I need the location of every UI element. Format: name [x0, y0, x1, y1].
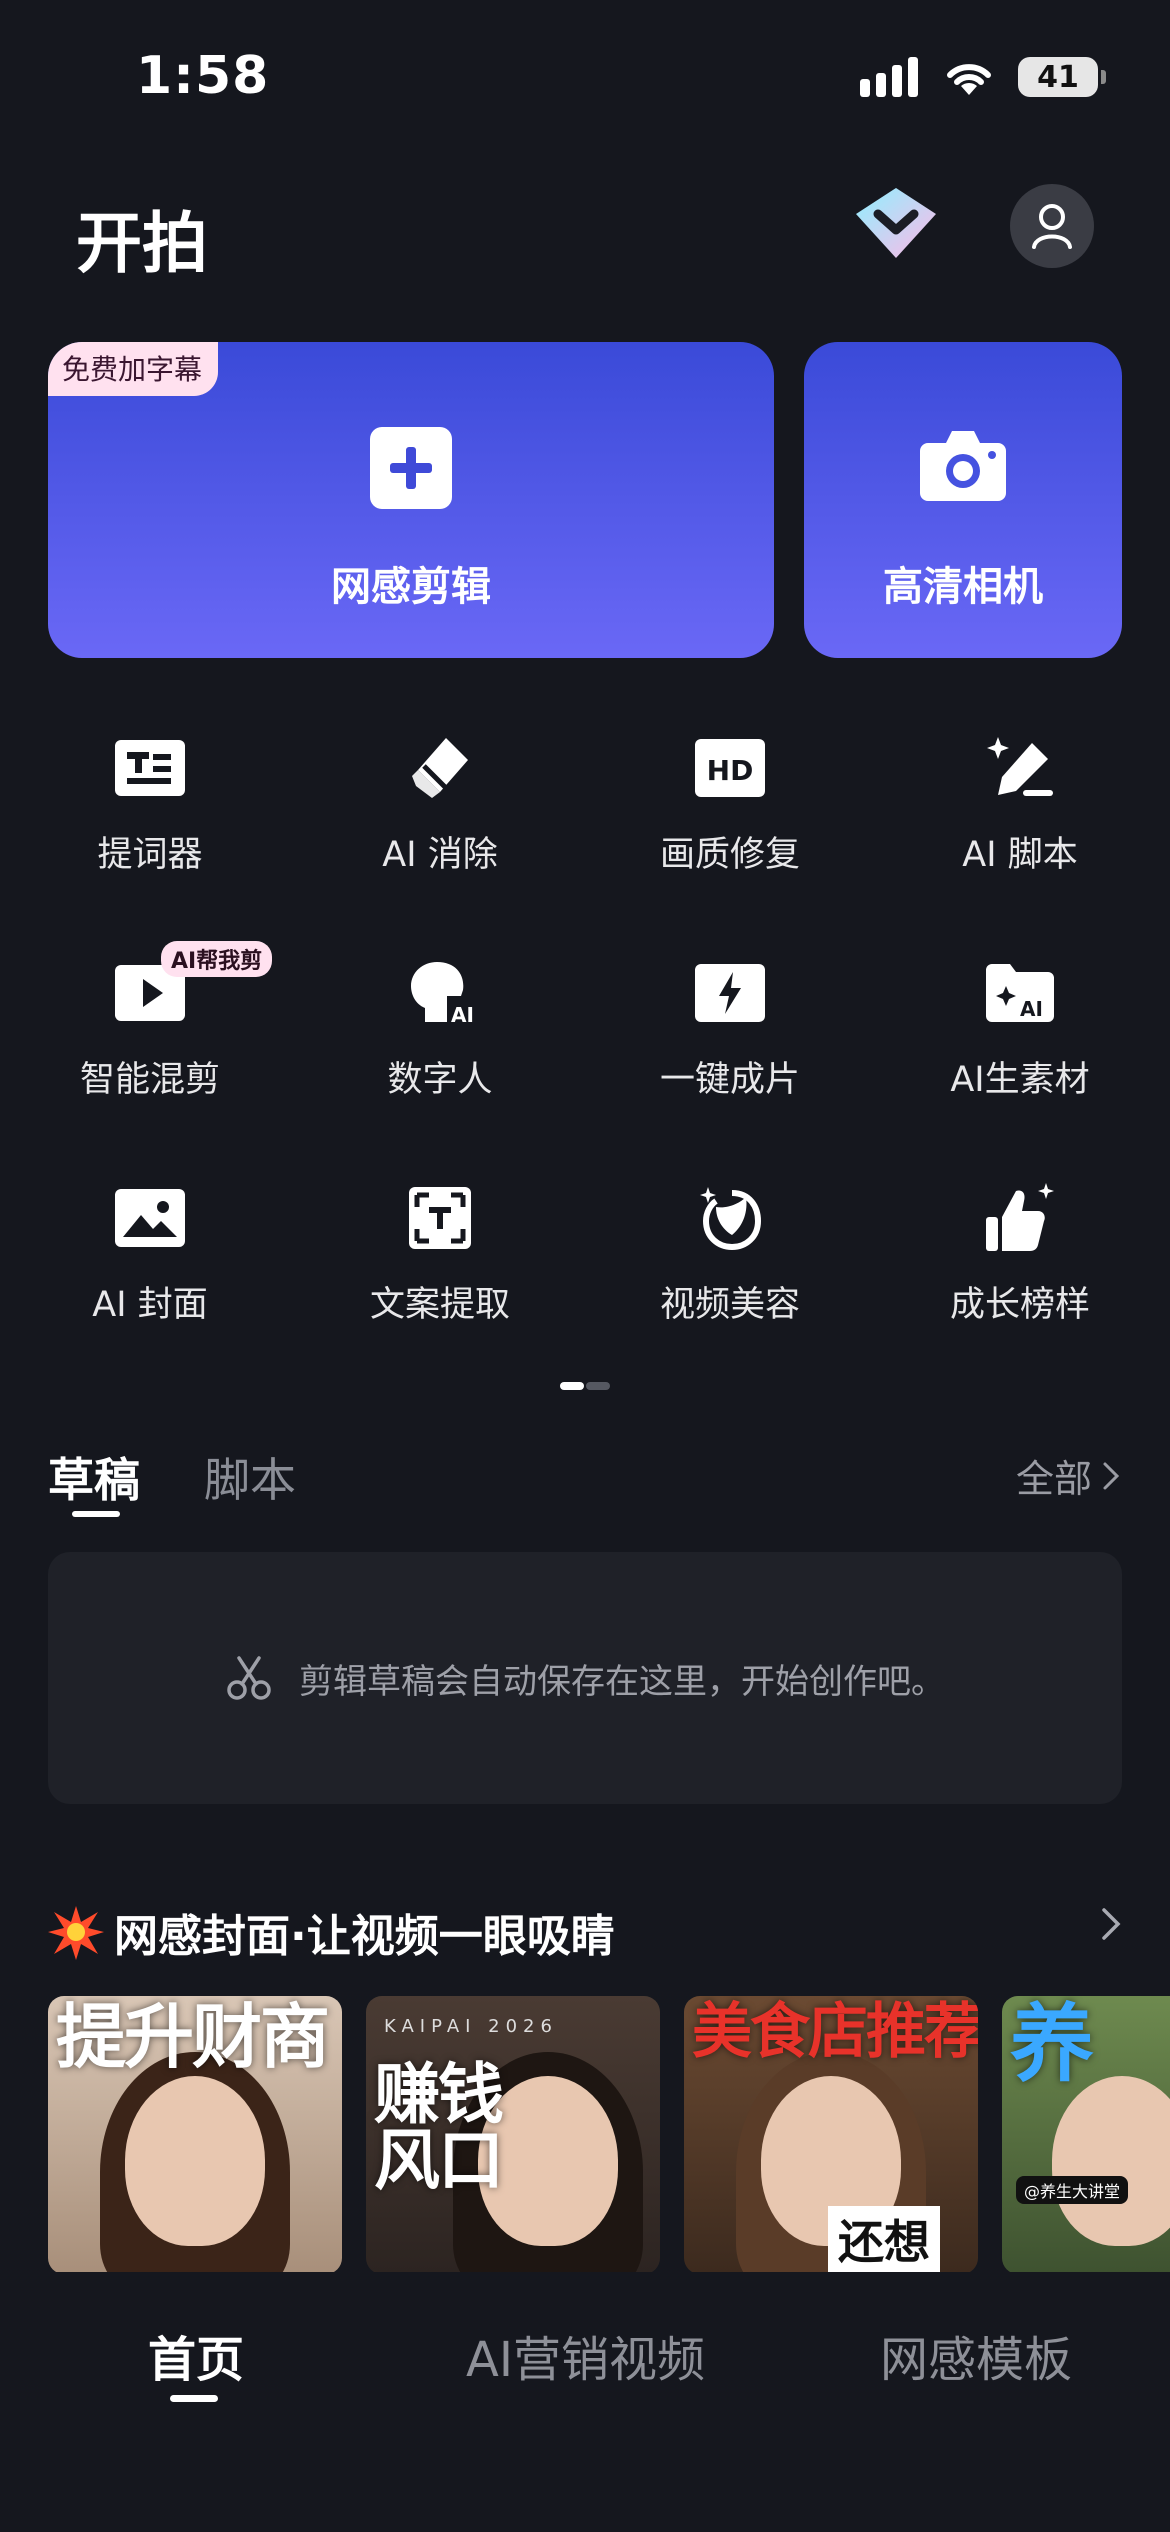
tool-text-extract[interactable]: 文案提取: [295, 1178, 585, 1368]
cover-thumbnail[interactable]: 美食店推荐 还想: [684, 1996, 978, 2274]
beauty-icon: [690, 1178, 770, 1258]
tool-ai-material[interactable]: AI AI生素材: [875, 953, 1165, 1143]
bottom-navigation: [0, 2272, 1170, 2532]
battery-indicator: 41: [1018, 57, 1106, 97]
cover-thumbnail[interactable]: 提升财商: [48, 1996, 342, 2274]
tool-label: AI生素材: [950, 1060, 1090, 1100]
svg-text:AI: AI: [1020, 997, 1043, 1021]
signal-icon: [860, 57, 918, 97]
ai-folder-icon: AI: [980, 953, 1060, 1033]
wifi-icon: [947, 64, 991, 95]
user-icon: [1032, 204, 1072, 249]
camera-icon: [920, 431, 1006, 501]
tool-pager: [560, 1382, 610, 1390]
tool-ai-erase[interactable]: AI 消除: [295, 728, 585, 918]
hd-camera-label: 高清相机: [883, 564, 1043, 610]
digital-human-icon: AI: [400, 953, 480, 1033]
nav-active-indicator: [170, 2395, 218, 2402]
plus-icon: [370, 427, 452, 509]
status-icons: 41: [860, 52, 1106, 102]
thumbs-up-icon: [980, 1178, 1060, 1258]
tool-digital-human[interactable]: AI 数字人: [295, 953, 585, 1143]
tool-label: 数字人: [387, 1060, 493, 1100]
cover-thumbnail[interactable]: 养 @养生大讲堂: [1002, 1996, 1170, 2274]
nav-ai-marketing-video[interactable]: AI营销视频: [466, 2320, 705, 2390]
cover-section-title[interactable]: 网感封面·让视频一眼吸睛: [48, 1900, 615, 1964]
thumbnail-title: 提升财商: [56, 1996, 330, 2078]
drafts-empty-state: 剪辑草稿会自动保存在这里，开始创作吧。: [48, 1552, 1122, 1804]
tab-active-indicator: [72, 1511, 120, 1517]
tool-label: 文案提取: [369, 1285, 510, 1325]
tool-quality-repair[interactable]: HD 画质修复: [585, 728, 875, 918]
scissors-icon: [227, 1656, 271, 1700]
svg-text:HD: HD: [707, 754, 754, 787]
tool-label: 提词器: [97, 835, 203, 875]
viral-edit-label: 网感剪辑: [331, 564, 491, 610]
tool-one-click-video[interactable]: 一键成片: [585, 953, 875, 1143]
lightning-icon: [690, 953, 770, 1033]
thumbnail-title: 美食店推荐: [692, 1997, 978, 2067]
thumbnail-subtitle: 还想: [828, 2206, 940, 2272]
tool-video-beauty[interactable]: 视频美容: [585, 1178, 875, 1368]
teleprompter-icon: [110, 728, 190, 808]
vip-diamond-icon[interactable]: [850, 184, 942, 264]
nav-templates[interactable]: 网感模板: [880, 2320, 1072, 2390]
image-icon: [110, 1178, 190, 1258]
thumbnail-title: 养: [1010, 1996, 1094, 2093]
tool-label: 视频美容: [659, 1285, 800, 1325]
hd-icon: HD: [690, 728, 770, 808]
tool-label: 成长榜样: [949, 1285, 1090, 1325]
hd-camera-card[interactable]: 高清相机: [804, 342, 1122, 658]
text-extract-icon: [400, 1178, 480, 1258]
thumbnail-tag: @养生大讲堂: [1016, 2176, 1129, 2204]
explosion-icon: [48, 1906, 104, 1960]
tool-label: 智能混剪: [79, 1060, 220, 1100]
tool-growth-model[interactable]: 成长榜样: [875, 1178, 1165, 1368]
user-avatar-button[interactable]: [1010, 184, 1094, 268]
magic-pen-icon: [980, 728, 1060, 808]
cover-section-label: 网感封面·让视频一眼吸睛: [114, 1911, 615, 1962]
drafts-empty-text: 剪辑草稿会自动保存在这里，开始创作吧。: [299, 1661, 945, 1702]
free-subtitle-badge: 免费加字幕: [48, 342, 219, 396]
tool-smart-mix[interactable]: AI帮我剪 智能混剪: [5, 941, 295, 1143]
tool-label: 一键成片: [659, 1060, 800, 1100]
tool-label: AI 脚本: [962, 835, 1078, 875]
tool-label: AI 消除: [382, 835, 498, 875]
viral-edit-card[interactable]: 免费加字幕 网感剪辑: [48, 342, 774, 658]
ai-help-badge: AI帮我剪: [161, 941, 273, 977]
tool-ai-script[interactable]: AI 脚本: [875, 728, 1165, 918]
tab-drafts[interactable]: 草稿: [48, 1444, 140, 1510]
status-time: 1:58: [136, 46, 270, 106]
tool-ai-cover[interactable]: AI 封面: [5, 1178, 295, 1368]
see-all-label: 全部: [1015, 1457, 1092, 1501]
cover-thumbnail[interactable]: KAIPAI 2026 赚钱风口: [366, 1996, 660, 2274]
chevron-right-icon: [1103, 1462, 1120, 1489]
app-title: 开拍: [76, 205, 208, 282]
thumbnail-title: 赚钱风口: [374, 2056, 504, 2199]
eraser-icon: [400, 728, 480, 808]
chevron-right-icon[interactable]: [1100, 1906, 1122, 1942]
thumbnail-tag: KAIPAI 2026: [384, 2016, 558, 2037]
see-all-link[interactable]: 全部: [1016, 1448, 1120, 1503]
tool-teleprompter[interactable]: 提词器: [5, 728, 295, 918]
svg-text:AI: AI: [451, 1003, 473, 1026]
tool-label: 画质修复: [659, 835, 800, 875]
tab-scripts[interactable]: 脚本: [204, 1444, 296, 1510]
nav-home[interactable]: 首页: [148, 2320, 244, 2390]
tool-label: AI 封面: [92, 1285, 208, 1325]
